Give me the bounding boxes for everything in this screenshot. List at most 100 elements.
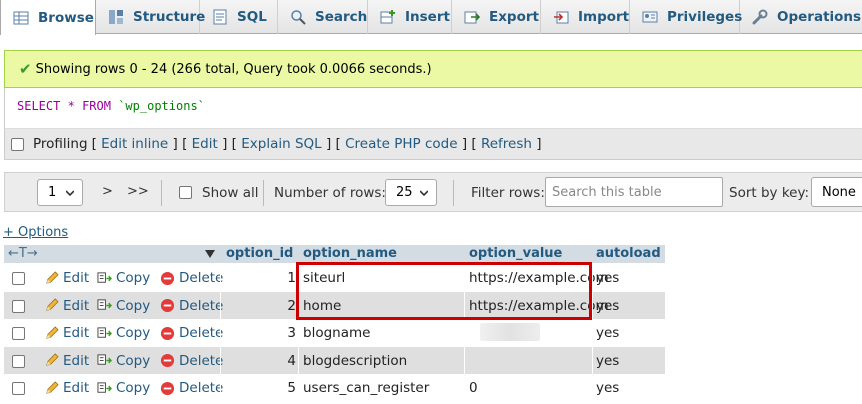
copy-icon: [97, 381, 112, 393]
tab-sql[interactable]: SQL: [200, 0, 278, 34]
row-checkbox[interactable]: [12, 382, 25, 395]
cell-option-id: 5: [287, 380, 296, 396]
divider: [161, 180, 162, 206]
insert-icon: [380, 10, 395, 24]
sort-by-key-label: Sort by key:: [729, 185, 810, 201]
create-php-code-link[interactable]: Create PHP code: [345, 136, 457, 152]
next-page-button[interactable]: >: [102, 184, 113, 199]
chevron-down-icon: [66, 190, 74, 197]
delete-row-link[interactable]: Delete: [160, 380, 223, 396]
copy-row-link[interactable]: Copy: [97, 353, 150, 369]
tab-operations[interactable]: Operations: [740, 0, 862, 34]
caret-down-icon[interactable]: [205, 250, 215, 258]
success-message: ✔ Showing rows 0 - 24 (266 total, Query …: [4, 50, 862, 88]
row-checkbox[interactable]: [12, 354, 25, 368]
sort-by-key-select[interactable]: None: [811, 177, 862, 207]
structure-icon: [109, 10, 123, 24]
edit-inline-link[interactable]: Edit inline: [101, 136, 168, 152]
copy-row-link[interactable]: Copy: [97, 380, 150, 396]
pencil-icon: [46, 270, 59, 284]
cell-option-id: 4: [287, 352, 296, 369]
copy-icon: [97, 326, 112, 338]
show-all-checkbox[interactable]: [179, 186, 192, 199]
divider: [453, 180, 454, 206]
privileges-icon: [642, 11, 658, 23]
copy-row-link[interactable]: Copy: [97, 325, 150, 341]
delete-row-link[interactable]: Delete: [160, 298, 223, 314]
cell-option-name: users_can_register: [303, 380, 430, 396]
import-icon: [554, 11, 569, 24]
page-select[interactable]: 1: [37, 179, 83, 206]
copy-icon: [97, 354, 112, 365]
chevron-down-icon: [420, 190, 428, 197]
filter-rows-input[interactable]: Search this table: [545, 177, 723, 207]
filter-rows-label: Filter rows:: [471, 185, 545, 201]
wrench-icon: [752, 9, 768, 25]
row-checkbox[interactable]: [12, 299, 25, 313]
tab-import[interactable]: Import: [541, 0, 630, 34]
edit-row-link[interactable]: Edit: [44, 298, 89, 314]
row-checkbox[interactable]: [12, 272, 25, 285]
redacted-value: [480, 323, 540, 341]
highlight-box: [296, 262, 592, 320]
edit-row-link[interactable]: Edit: [44, 353, 89, 369]
cell-autoload: yes: [596, 380, 620, 396]
tab-export[interactable]: Export: [452, 0, 541, 34]
delete-icon: [160, 381, 175, 395]
edit-row-link[interactable]: Edit: [44, 380, 89, 396]
success-message-text: Showing rows 0 - 24 (266 total, Query to…: [35, 61, 432, 77]
tab-insert[interactable]: Insert: [368, 0, 452, 34]
delete-icon: [160, 326, 175, 340]
cell-option-name: blogname: [303, 325, 371, 341]
tab-search[interactable]: Search: [278, 0, 368, 34]
number-of-rows-label: Number of rows:: [274, 185, 386, 201]
column-resize-arrows[interactable]: ←T→: [8, 246, 38, 261]
tab-browse[interactable]: Browse: [0, 0, 96, 35]
delete-row-link[interactable]: Delete: [160, 325, 223, 341]
cell-autoload: yes: [596, 325, 620, 341]
last-page-button[interactable]: >>: [127, 184, 149, 199]
sql-icon: [213, 9, 227, 25]
search-icon: [291, 10, 306, 25]
table-row: Edit Copy Delete 3 blogname yes: [4, 319, 665, 347]
delete-icon: [160, 353, 175, 368]
delete-icon: [160, 271, 175, 285]
cell-option-id: 3: [287, 325, 296, 341]
cell-autoload: yes: [596, 297, 620, 314]
navigation-bar: 1 > >> Show all Number of rows: 25 Filte…: [4, 172, 862, 212]
edit-row-link[interactable]: Edit: [44, 270, 89, 286]
column-header-autoload[interactable]: autoload: [596, 246, 661, 261]
refresh-link[interactable]: Refresh: [481, 136, 532, 152]
cell-option-id: 1: [287, 270, 296, 286]
copy-icon: [97, 299, 112, 310]
tab-bar: Browse Structure SQL Search Insert Expor…: [0, 0, 862, 35]
column-divider: [592, 264, 593, 403]
delete-row-link[interactable]: Delete: [160, 270, 223, 286]
column-header-option-name[interactable]: option_name: [303, 246, 397, 261]
tab-privileges[interactable]: Privileges: [630, 0, 742, 34]
options-link[interactable]: + Options: [3, 225, 68, 240]
cell-option-id: 2: [287, 297, 296, 314]
copy-row-link[interactable]: Copy: [97, 270, 150, 286]
column-header-option-id[interactable]: option_id: [226, 246, 293, 261]
profiling-checkbox[interactable]: [11, 137, 24, 151]
copy-row-link[interactable]: Copy: [97, 298, 150, 314]
table-row: Edit Copy Delete 5 users_can_register 0 …: [4, 374, 665, 402]
cell-option-name: blogdescription: [303, 352, 408, 369]
cell-option-value: 0: [469, 380, 478, 396]
sql-query[interactable]: SELECT * FROM `wp_options`: [17, 99, 205, 113]
cell-autoload: yes: [596, 352, 620, 369]
tab-structure[interactable]: Structure: [96, 0, 205, 34]
edit-row-link[interactable]: Edit: [44, 325, 89, 341]
column-header-option-value[interactable]: option_value: [469, 246, 562, 261]
row-checkbox[interactable]: [12, 327, 25, 340]
cell-autoload: yes: [596, 270, 620, 286]
edit-link[interactable]: Edit: [192, 136, 218, 152]
sql-query-box: SELECT * FROM `wp_options` Profiling [ E…: [4, 88, 862, 160]
number-of-rows-select[interactable]: 25: [385, 179, 437, 206]
query-tools-row: Profiling [ Edit inline ] [ Edit ] [ Exp…: [5, 128, 862, 159]
copy-icon: [97, 271, 112, 283]
browse-table-icon: [13, 11, 29, 24]
explain-sql-link[interactable]: Explain SQL: [241, 136, 321, 152]
delete-row-link[interactable]: Delete: [160, 353, 223, 369]
